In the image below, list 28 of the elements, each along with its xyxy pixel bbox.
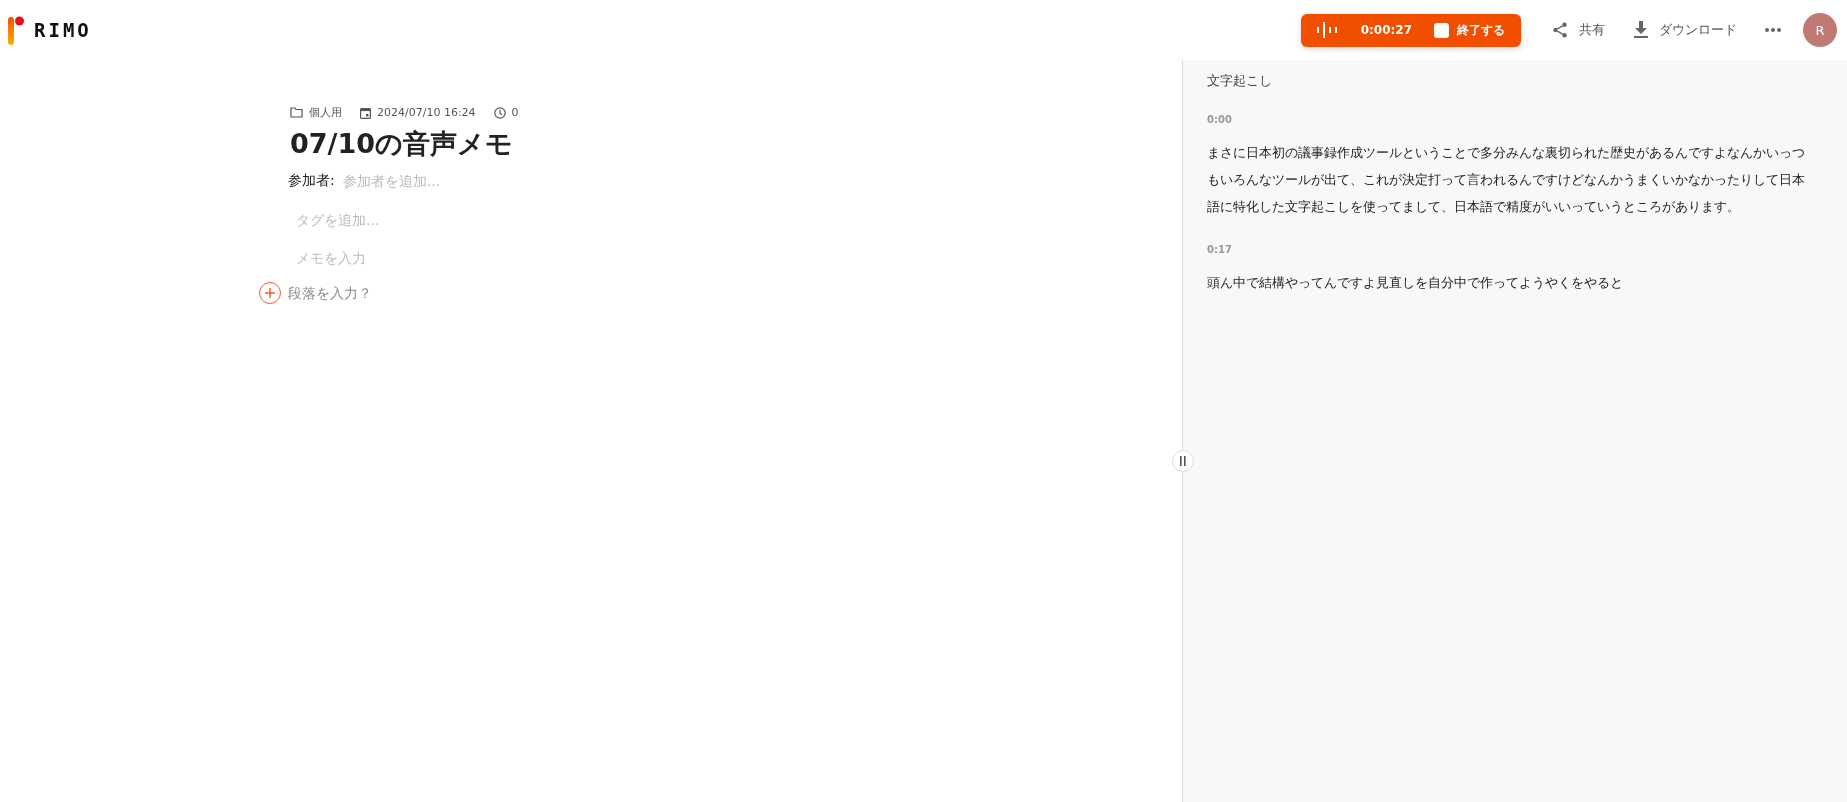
timestamp[interactable]: 0:00 bbox=[1207, 114, 1817, 125]
note-title: 07/10の音声メモ bbox=[290, 127, 514, 161]
logo-text: RIMO bbox=[34, 19, 92, 41]
grip-icon bbox=[1180, 456, 1186, 466]
share-icon bbox=[1551, 21, 1569, 39]
timestamp[interactable]: 0:17 bbox=[1207, 244, 1817, 255]
clock-icon bbox=[493, 106, 506, 119]
waveform-icon bbox=[1316, 22, 1339, 38]
folder-icon bbox=[290, 107, 303, 118]
plus-icon bbox=[265, 288, 275, 298]
download-button[interactable]: ダウンロード bbox=[1619, 21, 1751, 39]
transcript-text: まさに日本初の議事録作成ツールということで多分みんな裏切られた歴史があるんですよなんかいっつもいろんなツールが出て、これが決定打って言われるんですけどなんかうまくいかなかったりして日本語に特化した文字起こしを使ってまして、日本語で精度がいいっていうところがあります。 bbox=[1207, 144, 1806, 216]
resize-handle[interactable] bbox=[1172, 450, 1194, 472]
participants-label: 参加者: bbox=[288, 172, 335, 190]
duration-text: 0 bbox=[511, 106, 519, 119]
folder-name: 個人用 bbox=[309, 105, 342, 120]
more-icon bbox=[1765, 28, 1781, 32]
date-text: 2024/07/10 16:24 bbox=[377, 106, 476, 119]
download-icon bbox=[1633, 21, 1649, 39]
share-button[interactable]: 共有 bbox=[1537, 21, 1619, 39]
add-button[interactable] bbox=[259, 282, 281, 304]
recording-time: 0:00:27 bbox=[1360, 23, 1412, 37]
transcript-text: 頭ん中で結構やってんですよ見直しを自分中で作ってようやくをやると bbox=[1207, 274, 1624, 292]
avatar[interactable]: R bbox=[1803, 13, 1837, 47]
logo-icon bbox=[8, 15, 24, 45]
calendar-icon bbox=[360, 106, 371, 119]
panel-title: 文字起こし bbox=[1207, 72, 1273, 90]
stop-button[interactable]: 終了する bbox=[1434, 21, 1505, 39]
